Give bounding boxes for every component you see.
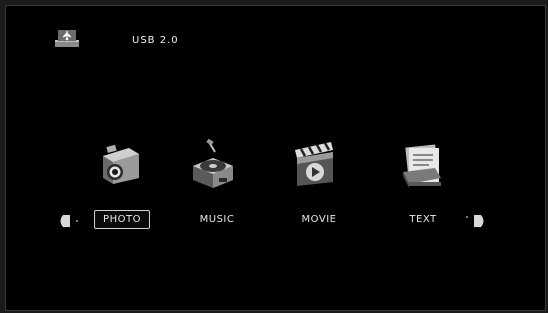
clapperboard-icon (295, 142, 333, 186)
menu-item-movie-tile[interactable] (278, 138, 348, 194)
menu-item-movie[interactable]: MOVIE (284, 214, 354, 225)
camera-icon (103, 144, 139, 184)
separator-dot (466, 216, 468, 218)
record-player-icon (193, 138, 233, 188)
arrow-right-icon[interactable] (472, 214, 488, 228)
menu-item-photo[interactable]: PHOTO (94, 210, 150, 229)
menu-item-music-tile[interactable] (178, 138, 248, 194)
usb-drive-icon (55, 30, 79, 47)
arrow-left-icon[interactable] (56, 214, 72, 228)
menu-item-text-tile[interactable] (386, 138, 456, 194)
menu-item-photo-tile[interactable] (86, 138, 156, 194)
source-label: USB 2.0 (132, 35, 179, 46)
menu-item-music[interactable]: MUSIC (182, 214, 252, 225)
documents-icon (403, 144, 441, 188)
menu-item-text[interactable]: TEXT (388, 214, 458, 225)
media-player-screen: USB 2.0 PHOTO MUSIC MOVIE TEXT (5, 5, 546, 311)
separator-dot (76, 220, 78, 222)
